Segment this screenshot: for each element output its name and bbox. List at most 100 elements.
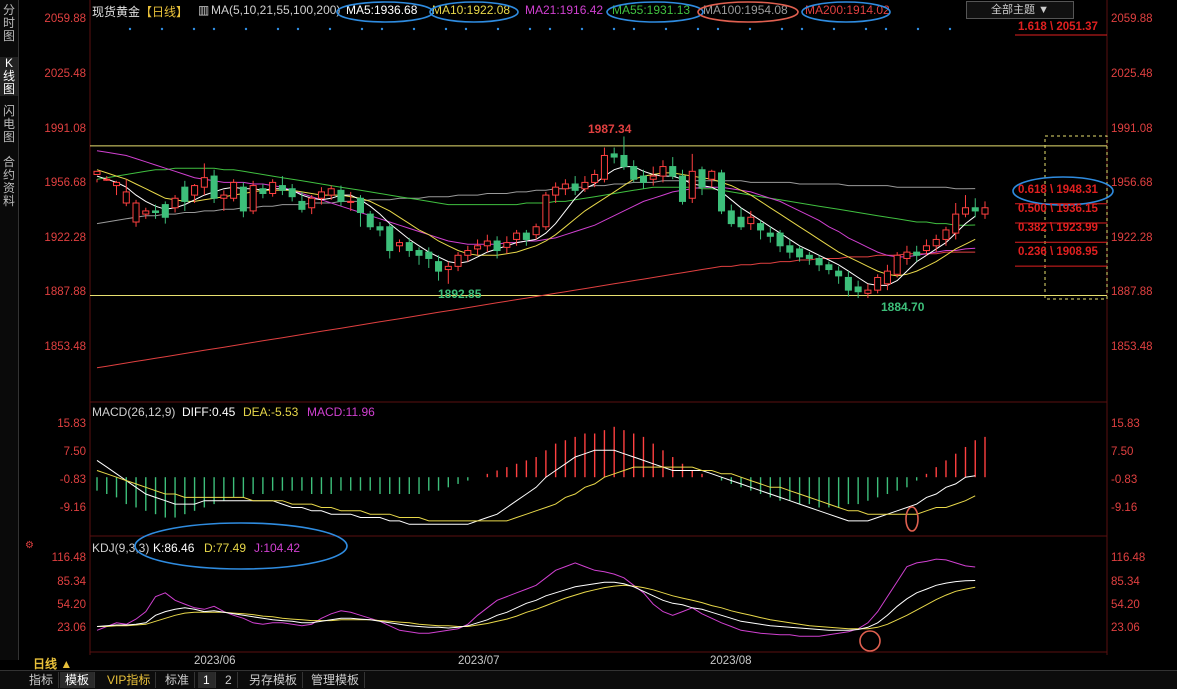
candle-down	[386, 226, 394, 252]
candle-down	[796, 248, 804, 258]
candle-up	[327, 188, 335, 196]
candle-down	[669, 166, 677, 177]
candle-up	[454, 254, 462, 267]
candle-up	[464, 250, 472, 256]
signal-dot	[832, 27, 836, 31]
candle-up	[561, 183, 569, 190]
candle-up	[747, 216, 755, 225]
footer-tab-indicator[interactable]: 指标	[24, 672, 60, 688]
candle-up	[171, 197, 179, 209]
signal-dot	[328, 27, 332, 31]
fib-label-0382: 0.382 \ 1923.99	[1018, 222, 1098, 234]
footer-bar: 指标 模板 VIP指标 标准 1 2 另存模板 管理模板	[0, 670, 1177, 689]
signal-dot	[276, 27, 280, 31]
fib-label-1618: 1.618 \ 2051.37	[1018, 21, 1098, 33]
candle-up	[483, 240, 491, 247]
ellipse-ma200	[801, 1, 891, 23]
candle-up	[132, 202, 140, 223]
signal-dot	[664, 27, 668, 31]
signal-dot	[296, 27, 300, 31]
candle-down	[786, 245, 794, 253]
footer-tab-template[interactable]: 模板	[60, 672, 96, 688]
signal-dot	[380, 27, 384, 31]
ma55-line	[96, 167, 976, 226]
candle-down	[737, 216, 745, 228]
signal-dot	[948, 27, 952, 31]
candle-down	[630, 166, 638, 180]
ellipse-ma10	[429, 1, 519, 23]
candle-up	[347, 200, 355, 203]
fib-label-0500: 0.500 \ 1936.15	[1018, 203, 1098, 215]
fib-value: 1936.15	[1056, 203, 1098, 215]
candle-up	[552, 186, 560, 196]
candle-up	[191, 185, 199, 196]
candle-down	[727, 210, 735, 225]
candle-up	[532, 226, 540, 236]
ma21-line	[96, 150, 976, 258]
footer-tab-1[interactable]: 1	[198, 672, 216, 688]
signal-dot	[128, 27, 132, 31]
footer-tab-vip-indicator[interactable]: VIP指标	[102, 672, 157, 688]
signal-dot	[696, 27, 700, 31]
candle-up	[542, 194, 550, 228]
candle-up	[444, 265, 452, 271]
candle-down	[288, 188, 296, 198]
fib-value: 1948.31	[1056, 184, 1098, 196]
candle-down	[678, 175, 687, 202]
signal-dot	[444, 27, 448, 31]
fib-ratio: 0.382	[1018, 222, 1047, 234]
candle-up	[112, 181, 121, 187]
candle-down	[805, 254, 813, 259]
candle-up	[503, 242, 511, 248]
candle-up	[200, 177, 208, 188]
candle-up	[903, 251, 911, 259]
candle-up	[308, 197, 316, 209]
candle-down	[356, 197, 364, 214]
candle-up	[981, 207, 989, 215]
signal-dot	[716, 27, 720, 31]
signal-dot	[360, 27, 364, 31]
fib-ratio: 1.618	[1018, 21, 1047, 33]
date-tick: 2023/06	[194, 655, 236, 667]
candle-up	[874, 276, 882, 291]
candle-up	[659, 166, 667, 177]
signal-dot	[748, 27, 752, 31]
candle-up	[249, 185, 257, 212]
high-annotation: 1987.34	[588, 122, 632, 136]
candle-up	[688, 170, 696, 199]
signal-dot	[864, 27, 868, 31]
signal-dot	[496, 27, 500, 31]
candle-up	[474, 245, 482, 250]
candle-up	[932, 238, 940, 247]
footer-tab-manage-template[interactable]: 管理模板	[306, 672, 366, 688]
candle-up	[581, 181, 589, 190]
signal-dot	[800, 27, 804, 31]
candle-down	[815, 257, 823, 266]
fib-value: 1908.95	[1056, 246, 1098, 258]
ellipse-kdj-values	[134, 522, 348, 570]
footer-tab-save-template[interactable]: 另存模板	[244, 672, 304, 688]
candle-down	[522, 232, 530, 240]
ellipse-macd-cross	[905, 506, 919, 532]
candle-down	[425, 251, 433, 259]
kdj-j-line	[96, 558, 976, 637]
candle-down	[698, 169, 706, 188]
signal-dot	[580, 27, 584, 31]
chart-canvas[interactable]	[0, 0, 1177, 688]
candle-down	[366, 213, 374, 228]
fib-ratio: 0.618	[1018, 184, 1047, 196]
candle-down	[298, 200, 306, 210]
candle-down	[639, 175, 647, 183]
fib-range-box	[1044, 135, 1108, 300]
candle-down	[181, 186, 189, 202]
candle-up	[942, 229, 950, 240]
candle-down	[278, 185, 286, 191]
ellipse-ma5	[336, 1, 434, 23]
footer-tab-standard[interactable]: 标准	[160, 672, 196, 688]
candle-up	[220, 194, 228, 199]
candle-up	[883, 270, 891, 285]
candle-up	[893, 254, 901, 275]
footer-tab-2[interactable]: 2	[220, 672, 238, 688]
candle-down	[718, 172, 726, 212]
candle-up	[952, 213, 960, 234]
